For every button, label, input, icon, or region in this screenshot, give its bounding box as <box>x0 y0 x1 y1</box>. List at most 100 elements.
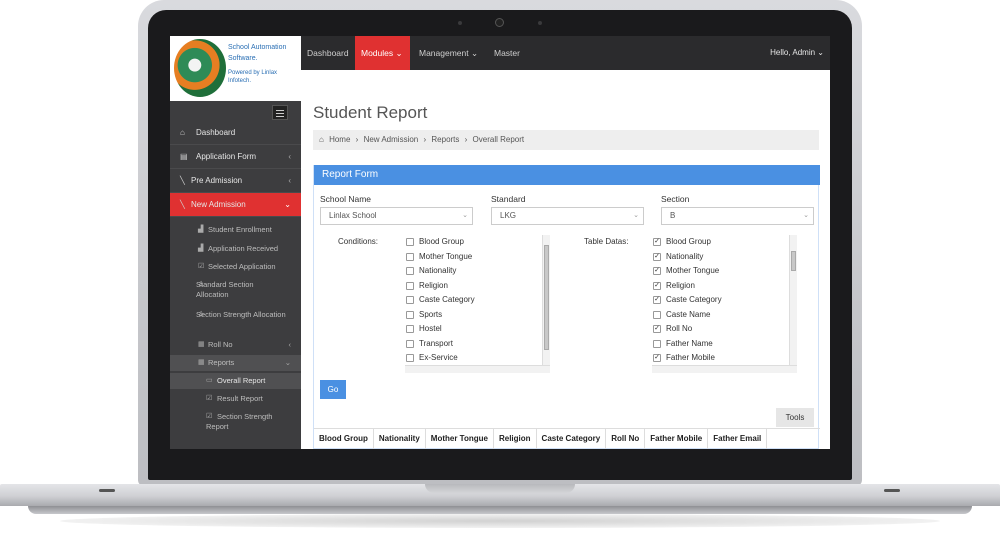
breadcrumb-reports[interactable]: Reports <box>431 135 459 144</box>
condition-option[interactable]: Hostel <box>405 322 550 337</box>
sidebar-item-pre-admission[interactable]: ╲ Pre Admission ‹ <box>170 169 301 193</box>
breadcrumb-home[interactable]: Home <box>329 135 350 144</box>
column-header[interactable]: Father Mobile <box>645 429 709 449</box>
slash-icon: ╲ <box>180 176 185 185</box>
condition-option[interactable]: Transport <box>405 337 550 352</box>
checkbox[interactable] <box>653 310 661 319</box>
conditions-listbox[interactable]: Blood Group Mother Tongue Nationality Relig… <box>405 235 550 373</box>
condition-option[interactable]: Mother Tongue <box>405 250 550 265</box>
sidebar-item-application-form[interactable]: ▤ Application Form ‹ <box>170 145 301 169</box>
table-data-option[interactable]: ✓ Father Mobile <box>652 351 797 366</box>
option-label: Caste Category <box>419 295 475 304</box>
checkbox[interactable]: ✓ <box>653 267 661 275</box>
sidebar-subitem-reports[interactable]: ▦ Reports ⌄ <box>170 355 301 371</box>
section-select[interactable]: B ⌄ <box>661 207 814 225</box>
sidebar-item-label: Application Form <box>196 152 257 161</box>
column-header[interactable]: Caste Category <box>537 429 607 449</box>
column-header[interactable]: Father Email <box>708 429 768 449</box>
school-name-label: School Name <box>320 194 372 204</box>
grid-icon: ▦ <box>198 341 205 348</box>
conditions-scrollbar[interactable] <box>542 235 550 365</box>
sidebar-subitem-overall-report[interactable]: ▭ Overall Report <box>170 373 301 389</box>
option-label: Caste Name <box>666 309 711 319</box>
table-data-option[interactable]: ✓ Roll No <box>652 322 797 337</box>
sidebar-toggle-button[interactable] <box>272 105 288 120</box>
sidebar-item-dashboard[interactable]: ⌂ Dashboard <box>170 121 301 145</box>
file-icon: ▤ <box>180 152 188 161</box>
table-datas-hscrollbar[interactable] <box>652 365 797 373</box>
checkbox[interactable]: ✓ <box>653 238 661 246</box>
checkbox[interactable] <box>406 267 414 275</box>
scroll-thumb[interactable] <box>544 245 549 350</box>
topnav-dashboard[interactable]: Dashboard <box>301 36 355 70</box>
table-datas-scrollbar[interactable] <box>789 235 797 365</box>
brand-logo[interactable]: School Automation Software. Powered by L… <box>170 36 301 101</box>
main-content: Student Report ⌂ Home › New Admission › … <box>301 70 830 449</box>
section-label: Section <box>661 194 690 204</box>
checkbox[interactable] <box>406 354 414 362</box>
brand-title: School Automation Software. <box>228 44 287 62</box>
chevron-down-icon: ⌄ <box>803 212 809 219</box>
checkbox[interactable]: ✓ <box>653 325 661 333</box>
checkbox[interactable]: ✓ <box>653 296 661 304</box>
conditions-hscrollbar[interactable] <box>405 365 550 373</box>
sidebar-item-label: New Admission <box>191 200 246 209</box>
logo-emblem-icon <box>174 39 226 97</box>
checkbox[interactable] <box>406 296 414 304</box>
condition-option[interactable]: Ex-Service <box>405 351 550 366</box>
chevron-down-icon: ⌄ <box>284 200 291 209</box>
checkbox[interactable]: ✓ <box>653 281 661 290</box>
option-label: Mother Tongue <box>666 266 720 275</box>
chevron-down-icon: ⌄ <box>471 48 479 58</box>
laptop-shadow <box>60 514 940 528</box>
column-header[interactable]: Blood Group <box>314 429 374 449</box>
topnav-management[interactable]: Management ⌄ <box>413 36 484 70</box>
column-header[interactable]: Nationality <box>374 429 426 449</box>
table-data-option[interactable]: ✓ Caste Category <box>652 293 797 308</box>
go-button[interactable]: Go <box>320 380 346 399</box>
condition-option[interactable]: Religion <box>405 279 550 294</box>
breadcrumb-new-admission[interactable]: New Admission <box>364 135 419 144</box>
table-datas-listbox[interactable]: ✓ Blood Group ✓ Nationality ✓ Mother Tongue ✓ R… <box>652 235 797 373</box>
sidebar-item-new-admission[interactable]: ╲ New Admission ⌄ <box>170 193 307 217</box>
school-name-select[interactable]: Linlax School ⌄ <box>320 207 473 225</box>
checkbox[interactable]: ✓ <box>653 252 661 261</box>
chevron-down-icon: ⌄ <box>395 48 403 58</box>
condition-option[interactable]: Nationality <box>405 264 550 279</box>
checkbox[interactable] <box>406 325 414 333</box>
standard-select[interactable]: LKG ⌄ <box>491 207 644 225</box>
checkbox[interactable] <box>406 310 414 319</box>
tools-button[interactable]: Tools <box>776 408 814 427</box>
table-data-option[interactable]: ✓ Blood Group <box>652 235 797 250</box>
chevron-left-icon: ‹ <box>288 176 291 185</box>
table-data-option[interactable]: ✓ Mother Tongue <box>652 264 797 279</box>
webcam <box>495 18 504 27</box>
checkbox[interactable] <box>653 339 661 348</box>
chevron-down-icon: ⌄ <box>284 358 291 367</box>
option-label: Blood Group <box>419 237 464 246</box>
table-datas-label: Table Datas: <box>584 237 629 246</box>
checkbox[interactable] <box>406 281 414 290</box>
table-data-option[interactable]: ✓ Religion <box>652 279 797 294</box>
table-data-option[interactable]: ✓ Nationality <box>652 250 797 265</box>
condition-option[interactable]: Blood Group <box>405 235 550 250</box>
condition-option[interactable]: Sports <box>405 308 550 323</box>
report-form-header: Report Form <box>314 165 820 185</box>
condition-option[interactable]: Caste Category <box>405 293 550 308</box>
checkbox[interactable]: ✓ <box>653 354 661 362</box>
checkbox[interactable] <box>406 252 414 261</box>
topnav-modules[interactable]: Modules ⌄ <box>355 36 410 70</box>
topnav-master[interactable]: Master <box>488 36 526 70</box>
table-data-option[interactable]: Caste Name <box>652 308 797 323</box>
column-header[interactable]: Religion <box>494 429 537 449</box>
check-square-icon: ☑ <box>198 263 205 270</box>
column-header[interactable]: Roll No <box>606 429 646 449</box>
option-label: Nationality <box>419 266 457 275</box>
table-data-option[interactable]: Father Name <box>652 337 797 352</box>
scroll-thumb[interactable] <box>791 251 796 271</box>
user-menu[interactable]: Hello, Admin ⌄ <box>770 36 824 70</box>
sidebar: School Automation Software. Powered by L… <box>170 36 307 449</box>
checkbox[interactable] <box>406 238 414 246</box>
column-header[interactable]: Mother Tongue <box>426 429 494 449</box>
checkbox[interactable] <box>406 339 414 348</box>
